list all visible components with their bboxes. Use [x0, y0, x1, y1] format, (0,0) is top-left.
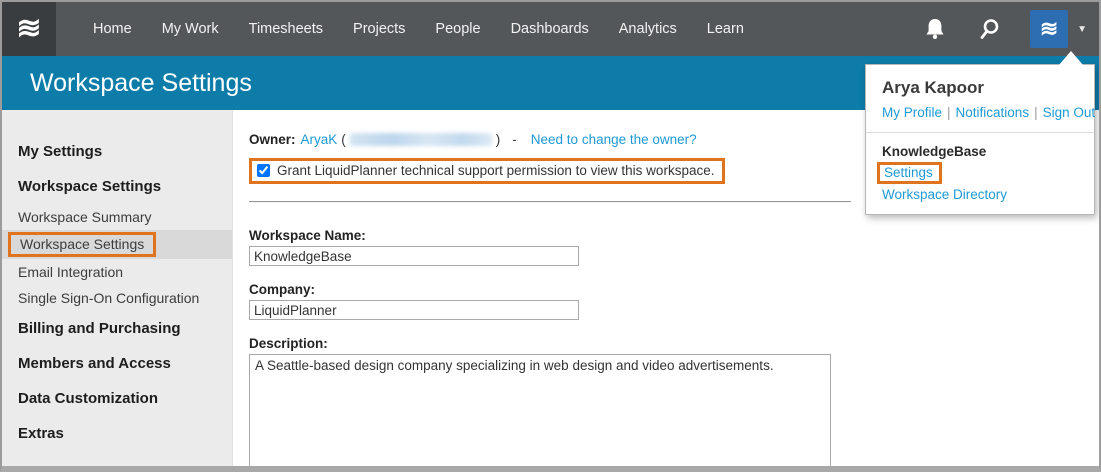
nav-people[interactable]: People	[420, 21, 495, 37]
paren-open: (	[341, 132, 346, 147]
owner-label: Owner:	[249, 132, 296, 147]
dropdown-user-name: Arya Kapoor	[882, 78, 1078, 98]
sidebar-item-extras[interactable]: Extras	[2, 416, 232, 451]
sign-out-link[interactable]: Sign Out	[1043, 105, 1096, 120]
sidebar-item-label: Workspace Settings	[20, 236, 144, 252]
description-label: Description:	[249, 336, 1099, 351]
liquidplanner-logo-icon: ≋	[16, 14, 41, 44]
grant-support-checkbox[interactable]	[257, 164, 270, 177]
paren-close: )	[496, 132, 501, 147]
search-icon	[978, 18, 1000, 40]
workspace-menu-caret-icon[interactable]: ▼	[1077, 24, 1087, 35]
company-input[interactable]	[249, 300, 579, 320]
workspace-menu-button[interactable]: ≋	[1030, 10, 1068, 48]
owner-name-link[interactable]: AryaK	[301, 132, 338, 147]
workspace-directory-link[interactable]: Workspace Directory	[882, 187, 1007, 202]
workspace-name-label: Workspace Name:	[249, 228, 1099, 243]
link-separator: |	[947, 105, 951, 120]
my-profile-link[interactable]: My Profile	[882, 105, 942, 120]
topnav-right-group: ≋ ▼	[908, 10, 1099, 48]
main-menu: Home My Work Timesheets Projects People …	[78, 21, 759, 37]
section-divider	[249, 201, 851, 203]
description-textarea[interactable]: A Seattle-based design company specializ…	[249, 354, 831, 472]
notifications-link[interactable]: Notifications	[956, 105, 1030, 120]
sidebar-item-email-integration[interactable]: Email Integration	[2, 259, 232, 285]
workspace-avatar-icon: ≋	[1040, 18, 1058, 40]
nav-dashboards[interactable]: Dashboards	[496, 21, 604, 37]
nav-my-work[interactable]: My Work	[147, 21, 234, 37]
owner-dash: -	[512, 132, 517, 147]
nav-projects[interactable]: Projects	[338, 21, 420, 37]
nav-timesheets[interactable]: Timesheets	[234, 21, 338, 37]
sidebar-section-workspace-settings[interactable]: Workspace Settings	[2, 169, 232, 204]
user-workspace-dropdown: Arya Kapoor My Profile | Notifications | Sig…	[865, 64, 1095, 215]
sidebar-item-workspace-settings[interactable]: Workspace Settings	[2, 230, 232, 259]
sidebar-item-workspace-summary[interactable]: Workspace Summary	[2, 204, 232, 230]
grant-support-highlight-box: Grant LiquidPlanner technical support pe…	[249, 158, 725, 184]
settings-highlight-box: Settings	[877, 162, 942, 184]
bell-icon	[924, 17, 946, 41]
dropdown-caret	[1059, 51, 1083, 65]
nav-learn[interactable]: Learn	[692, 21, 759, 37]
workspace-settings-link[interactable]: Settings	[884, 165, 933, 180]
dropdown-workspace-name: KnowledgeBase	[882, 144, 1078, 159]
change-owner-link[interactable]: Need to change the owner?	[531, 132, 697, 147]
redacted-owner-email	[350, 133, 492, 146]
notifications-button[interactable]	[908, 17, 962, 41]
page-title: Workspace Settings	[2, 69, 252, 98]
nav-analytics[interactable]: Analytics	[604, 21, 692, 37]
sidebar-item-billing-purchasing[interactable]: Billing and Purchasing	[2, 311, 232, 346]
app-window: ≋ Home My Work Timesheets Projects Peopl…	[0, 0, 1101, 472]
nav-home[interactable]: Home	[78, 21, 147, 37]
app-logo-button[interactable]: ≋	[2, 2, 56, 56]
settings-sidebar: My Settings Workspace Settings Workspace…	[2, 110, 233, 466]
workspace-name-input[interactable]	[249, 246, 579, 266]
search-button[interactable]	[962, 18, 1016, 40]
sidebar-item-data-customization[interactable]: Data Customization	[2, 381, 232, 416]
sidebar-item-sso-configuration[interactable]: Single Sign-On Configuration	[2, 285, 232, 311]
top-navigation-bar: ≋ Home My Work Timesheets Projects Peopl…	[2, 2, 1099, 56]
dropdown-user-links: My Profile|Notifications|Sign Out	[882, 105, 1078, 120]
sidebar-item-my-settings[interactable]: My Settings	[2, 134, 232, 169]
sidebar-item-members-access[interactable]: Members and Access	[2, 346, 232, 381]
grant-support-label: Grant LiquidPlanner technical support pe…	[277, 163, 714, 178]
company-label: Company:	[249, 282, 1099, 297]
link-separator: |	[1034, 105, 1038, 120]
highlight-box: Workspace Settings	[8, 232, 156, 257]
dropdown-divider	[866, 132, 1094, 133]
